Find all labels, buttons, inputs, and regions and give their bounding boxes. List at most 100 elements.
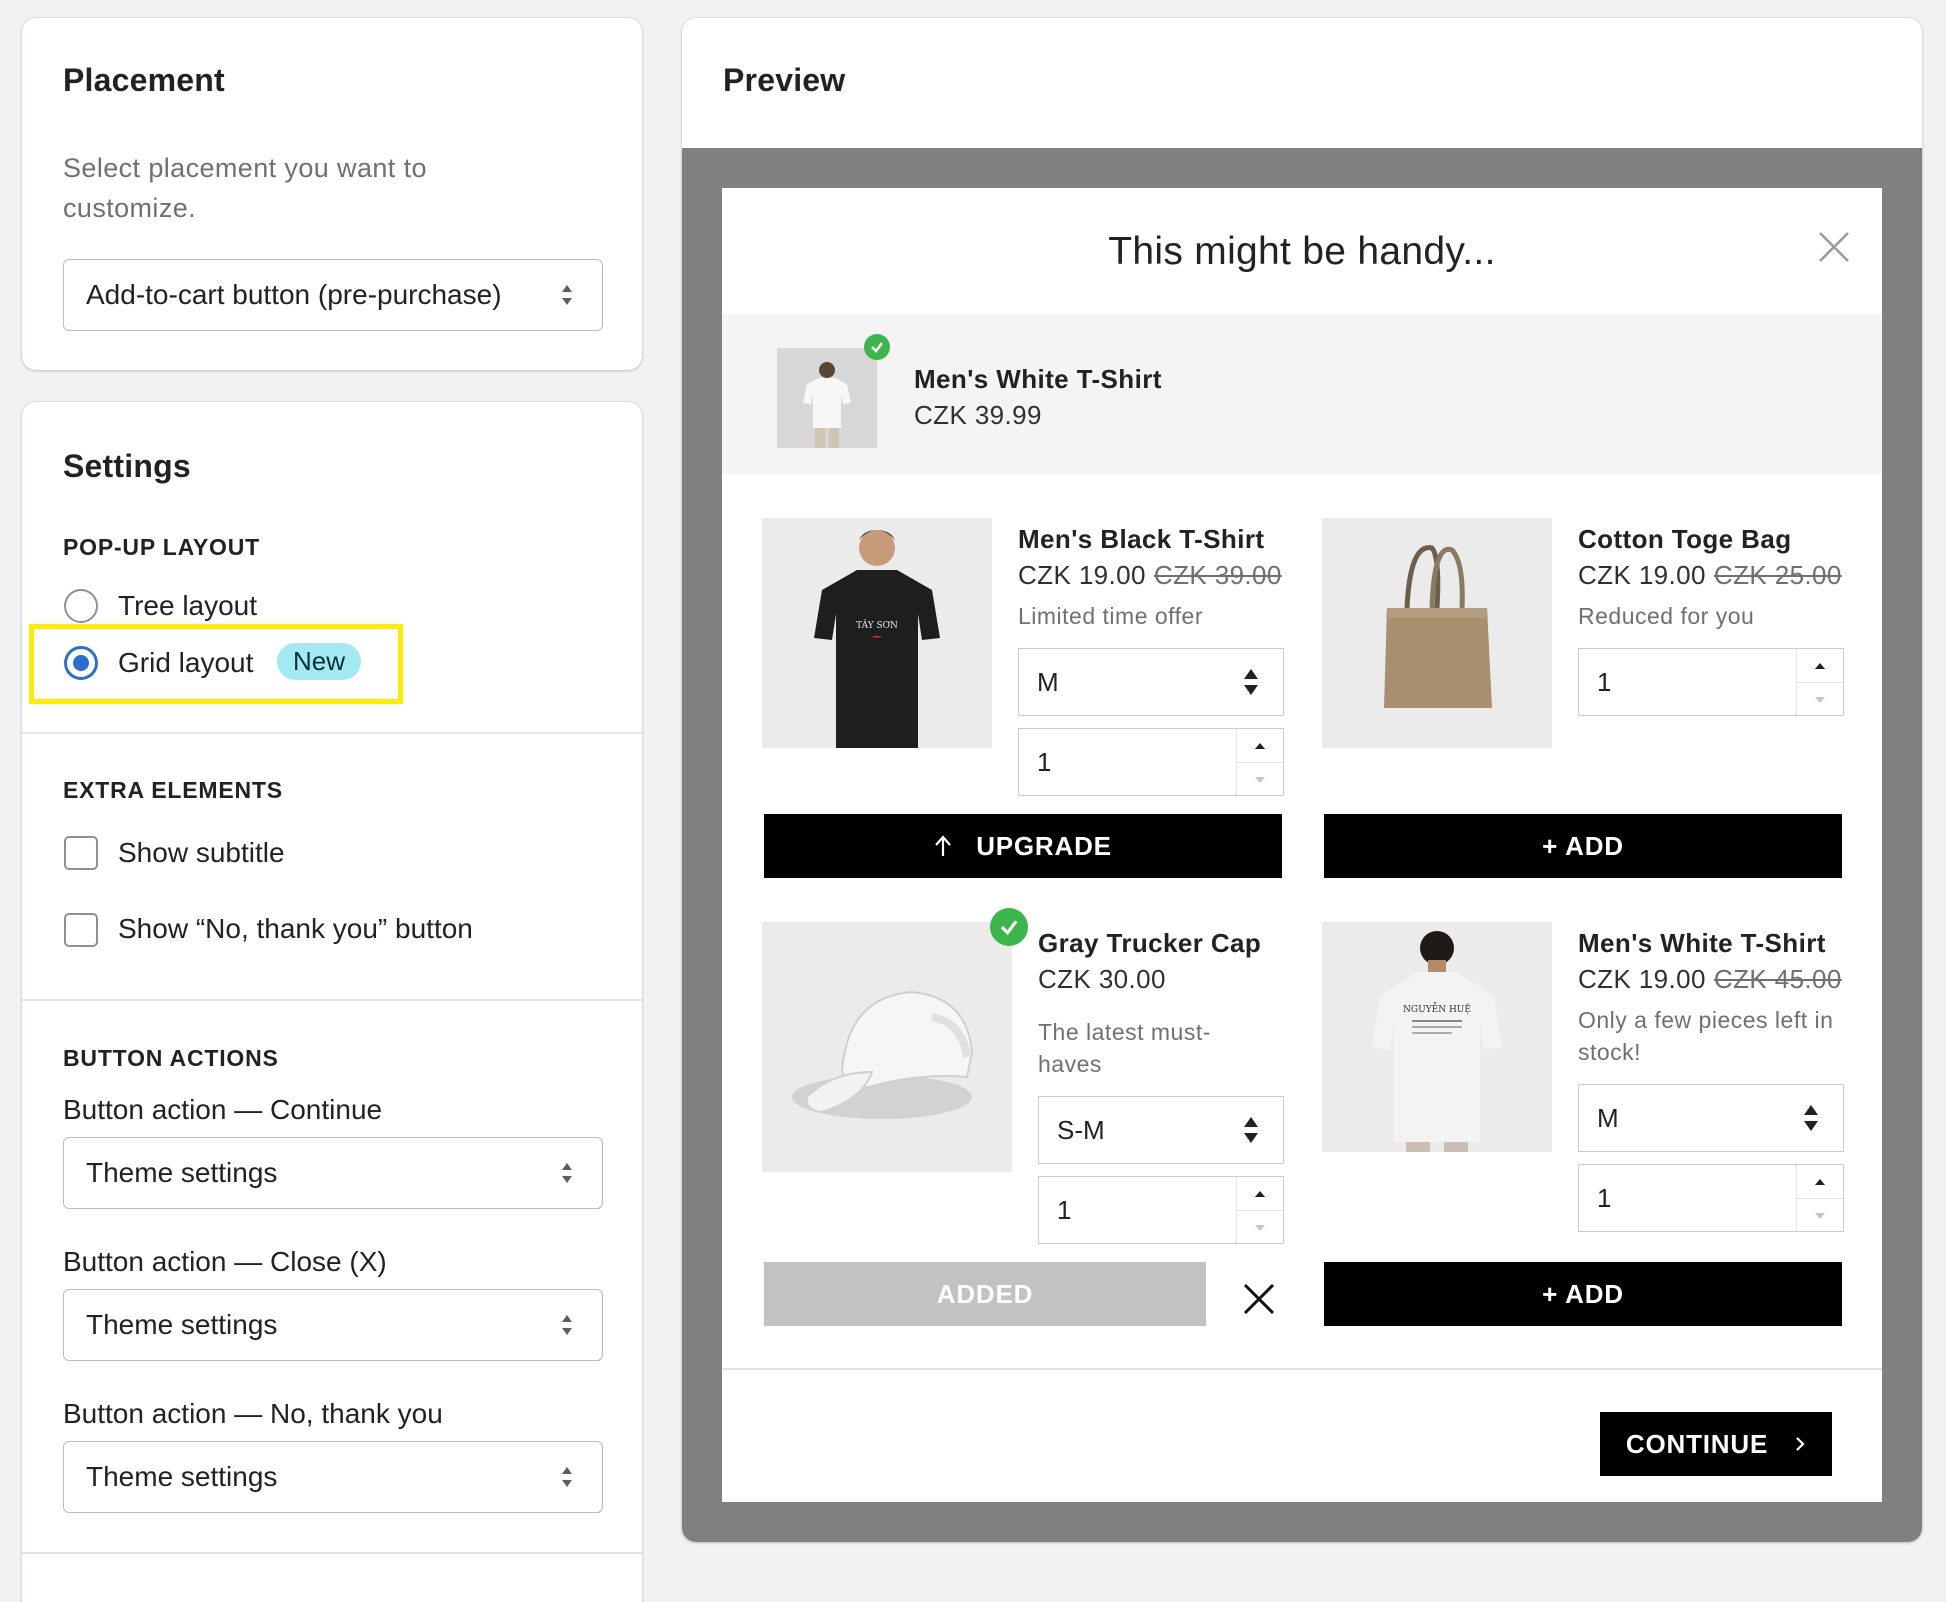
no-thanks-action-label: Button action — No, thank you [63,1398,443,1429]
section-divider [22,732,642,734]
tree-layout-radio[interactable] [64,589,98,623]
quantity-stepper[interactable] [1236,729,1283,795]
increment-icon[interactable] [1237,1177,1283,1210]
show-subtitle-label[interactable]: Show subtitle [118,837,285,869]
product-image [762,922,1012,1172]
product-subtitle: Reduced for you [1578,603,1755,629]
product-image: TÂY SƠN [762,518,992,748]
upsell-modal: This might be handy... Men's White T-Shi… [722,188,1882,1502]
button-actions-label: BUTTON ACTIONS [63,1045,279,1071]
quantity-input[interactable]: 1 [1018,728,1284,796]
main-product-name: Men's White T-Shirt [914,364,1162,394]
placement-select[interactable]: Add-to-cart button (pre-purchase) [63,259,603,331]
decrement-icon[interactable] [1797,1198,1843,1232]
preview-title: Preview [723,62,846,98]
select-arrows-icon [562,1163,572,1183]
show-no-thanks-label[interactable]: Show “No, thank you” button [118,913,473,945]
trucker-cap-icon [762,922,1012,1172]
continue-action-label: Button action — Continue [63,1094,383,1125]
select-arrows-icon [562,1467,572,1487]
old-price: CZK 39.00 [1153,560,1282,590]
no-thanks-action-value: Theme settings [86,1461,278,1492]
product-name: Men's White T-Shirt [1578,928,1826,958]
added-check-icon [990,908,1028,946]
placement-card: Placement Select placement you want to c… [22,18,642,370]
white-tshirt-back-icon: NGUYỄN HUỆ [1322,922,1552,1152]
select-arrows-icon [1804,1105,1818,1131]
close-icon[interactable] [1817,230,1851,264]
product-name: Men's Black T-Shirt [1018,524,1265,554]
remove-icon[interactable] [1242,1282,1276,1316]
show-no-thanks-checkbox[interactable] [64,913,98,947]
modal-footer-divider [722,1368,1882,1370]
main-product-image [777,348,877,448]
main-product-price: CZK 39.99 [914,400,1042,430]
product-subtitle: The latest must-haves [1038,1019,1211,1077]
arrow-up-icon [935,835,952,856]
close-action-value: Theme settings [86,1309,278,1340]
section-divider [22,1552,642,1554]
continue-action-select[interactable]: Theme settings [63,1137,603,1209]
increment-icon[interactable] [1237,729,1283,762]
tshirt-print-text: TÂY SƠN [856,619,898,631]
placement-title: Placement [63,62,225,98]
add-button[interactable]: + ADD [1324,814,1842,878]
continue-action-value: Theme settings [86,1157,278,1188]
black-tshirt-figure-icon: TÂY SƠN [762,518,992,748]
white-tshirt-figure-icon [777,348,877,448]
quantity-input[interactable]: 1 [1038,1176,1284,1244]
product-image [1322,518,1552,748]
quantity-stepper[interactable] [1236,1177,1283,1243]
product-price: CZK 19.00 CZK 25.00 [1578,560,1842,590]
quantity-input[interactable]: 1 [1578,1164,1844,1232]
no-thanks-action-select[interactable]: Theme settings [63,1441,603,1513]
show-subtitle-checkbox[interactable] [64,836,98,870]
product-price: CZK 30.00 [1038,964,1166,994]
close-action-label: Button action — Close (X) [63,1246,387,1277]
increment-icon[interactable] [1797,649,1843,682]
placement-description: Select placement you want to customize. [63,153,427,223]
main-product-row: Men's White T-Shirt CZK 39.99 [722,314,1882,474]
old-price: CZK 25.00 [1713,560,1842,590]
decrement-icon[interactable] [1797,682,1843,716]
select-arrows-icon [1244,669,1258,695]
quantity-stepper[interactable] [1796,649,1843,715]
close-action-select[interactable]: Theme settings [63,1289,603,1361]
grid-layout-label[interactable]: Grid layout [118,647,253,679]
modal-heading: This might be handy... [1108,230,1496,273]
variant-select[interactable]: M [1578,1084,1844,1152]
variant-select[interactable]: S-M [1038,1096,1284,1164]
quantity-input[interactable]: 1 [1578,648,1844,716]
product-subtitle: Only a few pieces left in stock! [1578,1007,1834,1065]
continue-button[interactable]: CONTINUE [1600,1412,1832,1476]
grid-layout-radio[interactable] [64,646,98,680]
old-price: CZK 45.00 [1713,964,1842,994]
decrement-icon[interactable] [1237,1210,1283,1244]
product-price: CZK 19.00 CZK 45.00 [1578,964,1842,994]
product-subtitle: Limited time offer [1018,603,1203,629]
quantity-stepper[interactable] [1796,1165,1843,1231]
chevron-right-icon [1796,1437,1805,1451]
section-divider [22,999,642,1001]
add-button[interactable]: + ADD [1324,1262,1842,1326]
added-button[interactable]: ADDED [764,1262,1206,1326]
extra-elements-label: EXTRA ELEMENTS [63,777,283,803]
preview-backdrop: This might be handy... Men's White T-Shi… [682,148,1922,1542]
decrement-icon[interactable] [1237,762,1283,796]
product-name: Gray Trucker Cap [1038,928,1262,958]
tote-bag-icon [1322,518,1552,748]
preview-card: Preview This might be handy... Men's Whi… [682,18,1922,1542]
product-price: CZK 19.00 CZK 39.00 [1018,560,1282,590]
product-image: NGUYỄN HUỆ [1322,922,1552,1152]
product-name: Cotton Toge Bag [1578,524,1792,554]
upgrade-button[interactable]: UPGRADE [764,814,1282,878]
select-arrows-icon [1244,1117,1258,1143]
placement-select-value: Add-to-cart button (pre-purchase) [86,279,502,310]
selected-check-icon [864,334,890,360]
settings-title: Settings [63,448,191,484]
settings-card: Settings POP-UP LAYOUT Tree layout Grid … [22,402,642,1602]
variant-select[interactable]: M [1018,648,1284,716]
increment-icon[interactable] [1797,1165,1843,1198]
tree-layout-label[interactable]: Tree layout [118,590,257,622]
popup-layout-label: POP-UP LAYOUT [63,534,260,560]
